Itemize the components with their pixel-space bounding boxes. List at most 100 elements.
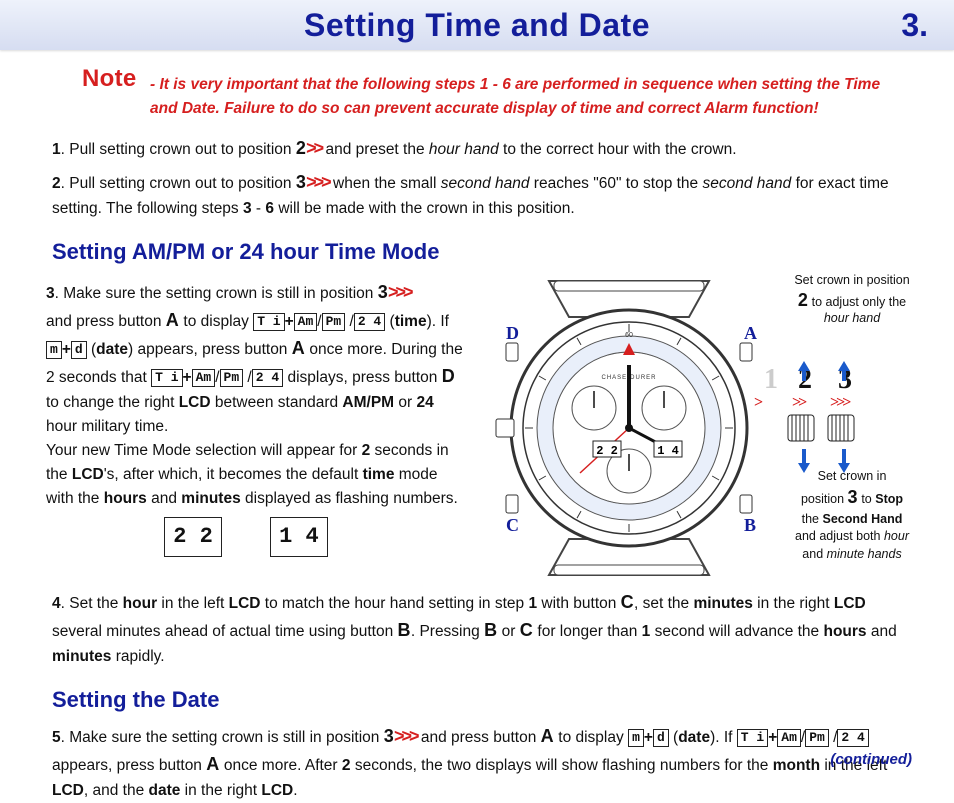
button-c-label: C (520, 620, 533, 640)
txt: + (768, 729, 777, 746)
txt: to the correct hour with the crown. (499, 141, 737, 158)
txt: rapidly. (111, 648, 164, 665)
txt: or (497, 623, 519, 640)
button-b-label: B (398, 620, 411, 640)
txt: Your new Time Mode selection will appear… (46, 442, 362, 459)
txt: , set the (634, 595, 693, 612)
chevron-icon: >>> (388, 282, 411, 302)
chevron-icon: >>> (394, 726, 417, 746)
txt: position (801, 492, 848, 506)
note-label: Note (82, 65, 137, 92)
txt: for longer than (533, 623, 642, 640)
button-a-label: A (541, 726, 554, 746)
button-b-label: B (484, 620, 497, 640)
title-bar: Setting Time and Date 3. (0, 0, 954, 50)
crown-pos-2: 2 (296, 138, 306, 158)
txt: LCD (52, 782, 84, 799)
txt: date (96, 341, 128, 358)
step-2: 2. Pull setting crown out to position 3>… (52, 169, 908, 221)
lcd-box: 2 4 (354, 313, 385, 331)
txt: ( (87, 341, 96, 358)
step-5: 5. Make sure the setting crown is still … (52, 723, 908, 803)
txt: . Pull setting crown out to position (61, 141, 296, 158)
txt: - (252, 200, 266, 217)
lcd-box: d (71, 341, 87, 359)
txt: / (345, 313, 354, 330)
note-block: Note - It is very important that the fol… (46, 60, 908, 121)
txt: seconds, the two displays will show flas… (351, 757, 773, 774)
txt: several minutes ahead of actual time usi… (52, 623, 398, 640)
crown-pos-2: 2 (798, 290, 808, 310)
txt: reaches "60" to stop the (529, 175, 702, 192)
crown-pos-1: 1 (764, 364, 778, 395)
minute-hands: minute hands (827, 547, 902, 561)
crown-pos-3: 3 (378, 282, 388, 302)
watch-diagram: Set crown in position 2 to adjust only t… (484, 273, 924, 583)
txt: Set crown in (818, 469, 887, 483)
txt: minutes (181, 490, 240, 507)
continued-label: (continued) (830, 751, 912, 768)
txt: will be made with the crown in this posi… (274, 200, 575, 217)
txt: 2 (342, 757, 351, 774)
txt: . Pressing (411, 623, 484, 640)
second-hand: second hand (441, 175, 530, 192)
txt: second will advance the (650, 623, 823, 640)
txt: LCD (261, 782, 293, 799)
txt: time (395, 313, 427, 330)
lcd-box: T i (151, 369, 182, 387)
txt: and preset the (321, 141, 429, 158)
crown-pos-3: 3 (296, 172, 306, 192)
step-num: 3 (46, 285, 55, 302)
lcd-box: m (46, 341, 62, 359)
txt: minutes (52, 648, 111, 665)
txt: date (678, 729, 710, 746)
txt: displayed as flashing numbers. (241, 490, 458, 507)
txt: + (183, 369, 192, 386)
txt: once more. After (220, 757, 342, 774)
hour-hand: hour hand (824, 311, 880, 325)
txt: between standard (211, 394, 343, 411)
button-a-label: A (292, 338, 305, 358)
crown-caption-bottom: Set crown in position 3 to Stop the Seco… (762, 468, 942, 563)
txt: 2 (362, 442, 371, 459)
button-a-label: A (166, 310, 179, 330)
flashing-lcds: 2 2 1 4 (26, 517, 466, 557)
txt: in the right (180, 782, 261, 799)
txt: the (802, 512, 823, 526)
txt: and (867, 623, 897, 640)
txt: 24 (417, 394, 434, 411)
txt: . Pull setting crown out to position (61, 175, 296, 192)
lcd-box: Pm (805, 729, 829, 747)
txt: LCD (834, 595, 866, 612)
step-3: 3. Make sure the setting crown is still … (46, 279, 466, 511)
txt: to display (179, 313, 253, 330)
txt: and adjust both (795, 529, 884, 543)
step-num: 1 (52, 141, 61, 158)
txt: and (802, 547, 826, 561)
txt: ) appears, press button (128, 341, 292, 358)
chevron-icon: >>> (306, 172, 329, 192)
txt: . (293, 782, 297, 799)
hour-hand: hour hand (429, 141, 499, 158)
hour: hour (884, 529, 909, 543)
lcd-box: 2 4 (252, 369, 283, 387)
page-title: Setting Time and Date (304, 7, 650, 44)
txt: to change the right (46, 394, 179, 411)
txt: + (644, 729, 653, 746)
second-hand: second hand (702, 175, 791, 192)
step-num: 2 (52, 175, 61, 192)
txt: Set crown in position (794, 273, 909, 287)
txt: hour (123, 595, 157, 612)
section-heading-ampm: Setting AM/PM or 24 hour Time Mode (52, 235, 908, 269)
txt: . Make sure the setting crown is still i… (55, 285, 378, 302)
step-1: 1. Pull setting crown out to position 2>… (52, 135, 908, 163)
txt: AM/PM (342, 394, 394, 411)
lcd-box: T i (253, 313, 284, 331)
txt: ). If (710, 729, 737, 746)
lcd-box: Am (777, 729, 801, 747)
lcd-box: m (628, 729, 644, 747)
lcd-box: 2 4 (837, 729, 868, 747)
txt: in the right (753, 595, 834, 612)
page-number: 3. (901, 7, 928, 44)
svg-text:60: 60 (625, 332, 633, 339)
